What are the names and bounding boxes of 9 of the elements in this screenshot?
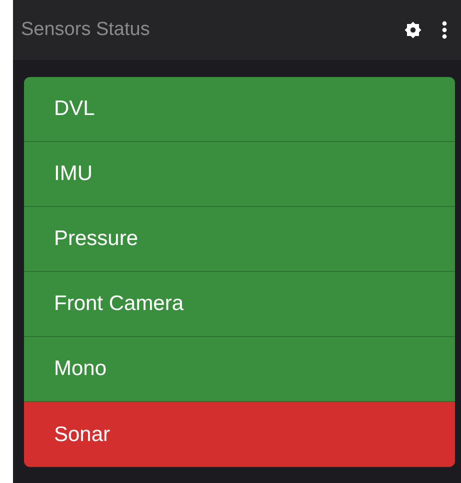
- sensor-row[interactable]: Mono: [24, 337, 455, 402]
- sensor-row[interactable]: Sonar: [24, 402, 455, 467]
- panel-title: Sensors Status: [21, 18, 151, 42]
- more-menu-icon[interactable]: [442, 21, 447, 39]
- sensor-row[interactable]: Pressure: [24, 207, 455, 272]
- settings-icon[interactable]: [404, 21, 422, 39]
- sensor-row[interactable]: Front Camera: [24, 272, 455, 337]
- sensor-row[interactable]: DVL: [24, 77, 455, 142]
- sensor-row[interactable]: IMU: [24, 142, 455, 207]
